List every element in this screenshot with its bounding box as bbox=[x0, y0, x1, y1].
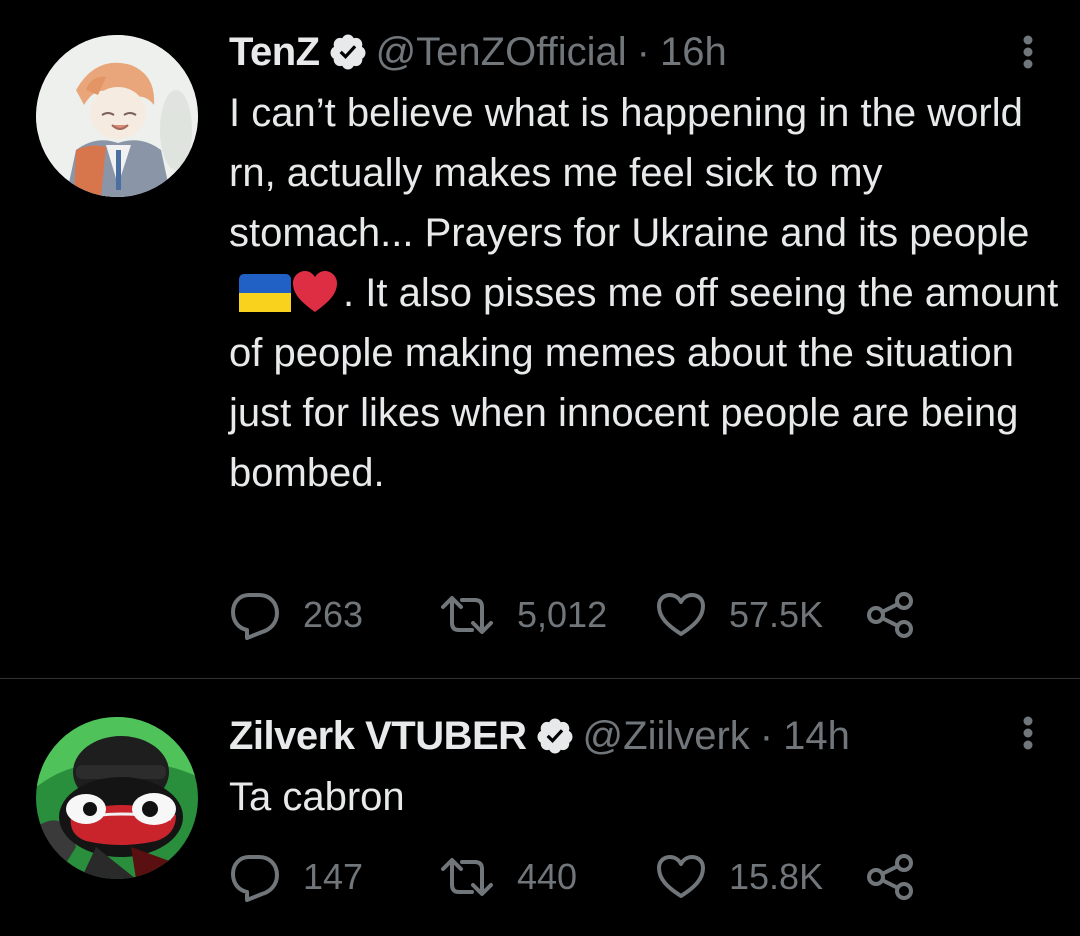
share-button[interactable] bbox=[865, 853, 915, 901]
retweet-count: 5,012 bbox=[517, 594, 608, 635]
tweet-timestamp[interactable]: 16h bbox=[660, 27, 727, 77]
verified-badge-icon bbox=[328, 32, 368, 72]
avatar-zilverk[interactable] bbox=[36, 717, 198, 879]
tweet-actions: 263 5,012 57.5K bbox=[229, 590, 915, 640]
retweet-count: 440 bbox=[517, 856, 578, 897]
retweet-button[interactable]: 5,012 bbox=[439, 593, 655, 637]
user-handle[interactable]: @TenZOfficial bbox=[376, 27, 627, 77]
reply-button[interactable]: 263 bbox=[229, 590, 439, 640]
display-name[interactable]: Zilverk VTUBER bbox=[229, 711, 527, 761]
share-button[interactable] bbox=[865, 591, 915, 639]
heart-icon bbox=[657, 593, 705, 636]
tweet-zilverk[interactable]: Zilverk VTUBER @Ziilverk · 14h Ta cabron bbox=[0, 679, 1080, 936]
retweet-icon bbox=[441, 596, 493, 634]
share-icon bbox=[867, 854, 913, 900]
tweet-text: Ta cabron bbox=[229, 775, 405, 819]
retweet-icon bbox=[441, 858, 493, 896]
reply-icon bbox=[231, 593, 279, 640]
more-options-button[interactable] bbox=[1016, 28, 1040, 88]
tweet-timestamp[interactable]: 14h bbox=[783, 711, 850, 761]
tweet-header: Zilverk VTUBER @Ziilverk · 14h bbox=[229, 711, 1060, 761]
more-vertical-icon bbox=[1023, 35, 1033, 69]
more-vertical-icon bbox=[1023, 716, 1033, 750]
tweet-header: TenZ @TenZOfficial · 16h bbox=[229, 27, 1060, 77]
tweet-content: Zilverk VTUBER @Ziilverk · 14h Ta cabron bbox=[229, 711, 1060, 827]
tweet-text-part-1: I can’t believe what is happening in the… bbox=[229, 91, 1034, 255]
user-handle[interactable]: @Ziilverk bbox=[583, 711, 750, 761]
like-count: 15.8K bbox=[729, 856, 824, 897]
retweet-button[interactable]: 440 bbox=[439, 855, 655, 899]
red-heart-emoji bbox=[291, 270, 339, 314]
heart-icon bbox=[657, 855, 705, 898]
tweet-tenz[interactable]: TenZ @TenZOfficial · 16h I can’t believe… bbox=[0, 0, 1080, 678]
like-button[interactable]: 15.8K bbox=[655, 854, 865, 900]
separator-dot: · bbox=[636, 30, 650, 74]
reply-count: 263 bbox=[303, 594, 364, 635]
like-count: 57.5K bbox=[729, 594, 824, 635]
verified-badge-icon bbox=[535, 716, 575, 756]
reply-button[interactable]: 147 bbox=[229, 852, 439, 902]
tweet-text-part-2: . It also pisses me off seeing the amoun… bbox=[229, 271, 1070, 495]
reply-count: 147 bbox=[303, 856, 364, 897]
tweet-actions: 147 440 15.8K bbox=[229, 852, 915, 902]
ukraine-flag-emoji bbox=[239, 269, 291, 312]
tweet-text: I can’t believe what is happening in the… bbox=[229, 83, 1059, 503]
share-icon bbox=[867, 592, 913, 638]
tweet-content: TenZ @TenZOfficial · 16h I can’t believe… bbox=[229, 27, 1060, 503]
separator-dot: · bbox=[759, 714, 774, 758]
reply-icon bbox=[231, 855, 279, 902]
more-options-button[interactable] bbox=[1016, 709, 1040, 769]
like-button[interactable]: 57.5K bbox=[655, 592, 865, 638]
avatar-tenz[interactable] bbox=[36, 35, 198, 197]
display-name[interactable]: TenZ bbox=[229, 27, 320, 77]
